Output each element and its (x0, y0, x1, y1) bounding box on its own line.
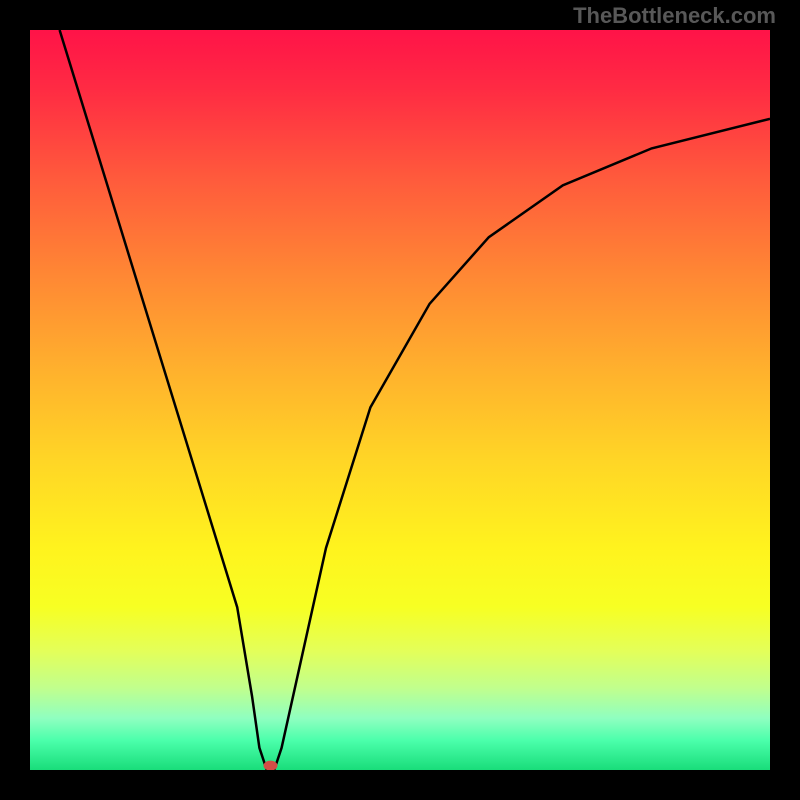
chart-plot-area (30, 30, 770, 770)
bottleneck-curve (60, 30, 770, 770)
optimal-marker (264, 761, 278, 770)
watermark-text: TheBottleneck.com (573, 3, 776, 29)
chart-svg (30, 30, 770, 770)
